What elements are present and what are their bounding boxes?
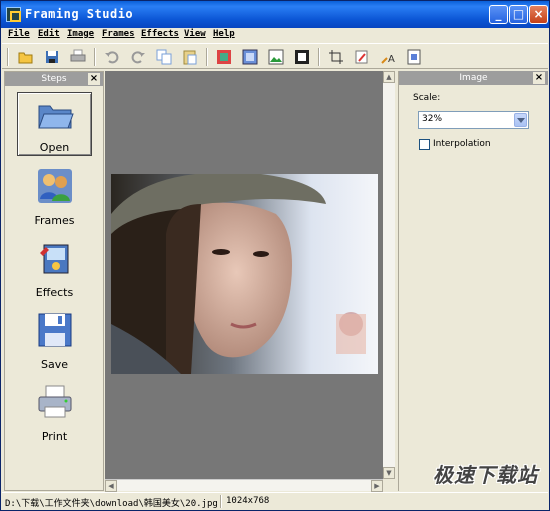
floppy-disk-icon bbox=[38, 313, 71, 347]
image-panel-close-icon[interactable]: × bbox=[533, 72, 545, 84]
steps-panel-header: Steps × bbox=[5, 72, 103, 86]
printer-icon bbox=[38, 385, 71, 418]
toolbar: A bbox=[2, 43, 548, 69]
close-button[interactable]: × bbox=[529, 5, 548, 24]
menu-image[interactable]: Image bbox=[67, 29, 94, 39]
chevron-down-icon[interactable] bbox=[514, 113, 527, 127]
image-icon[interactable] bbox=[242, 49, 258, 65]
step-open[interactable]: Open bbox=[17, 92, 92, 156]
print-icon[interactable] bbox=[70, 49, 86, 65]
people-icon bbox=[37, 169, 72, 203]
menu-frames[interactable]: Frames bbox=[102, 29, 135, 39]
crop-icon[interactable] bbox=[328, 49, 344, 65]
window-title: Framing Studio bbox=[25, 7, 134, 21]
image-panel-title: Image bbox=[459, 73, 488, 83]
horizontal-scrollbar[interactable]: ◀ ▶ bbox=[105, 479, 383, 492]
scale-value: 32% bbox=[422, 114, 443, 124]
menu-bar: File Edit Image Frames Effects View Help bbox=[2, 28, 548, 43]
app-window: Framing Studio _ □ × File Edit Image Fra… bbox=[0, 0, 550, 511]
vertical-scrollbar[interactable]: ▲ ▼ bbox=[383, 71, 395, 479]
resize-icon[interactable] bbox=[406, 49, 422, 65]
menu-edit[interactable]: Edit bbox=[38, 29, 60, 39]
scale-dropdown[interactable]: 32% bbox=[418, 111, 529, 129]
open-icon[interactable] bbox=[18, 49, 34, 65]
step-frames-label: Frames bbox=[34, 214, 75, 227]
menu-file[interactable]: File bbox=[8, 29, 30, 39]
image-canvas[interactable] bbox=[105, 71, 395, 479]
scale-label: Scale: bbox=[413, 93, 441, 103]
interpolation-label: Interpolation bbox=[433, 139, 491, 149]
step-print[interactable]: Print bbox=[17, 380, 92, 444]
status-bar: D:\下载\工作文件夹\download\韩国美女\20.jpg 1024x76… bbox=[2, 492, 548, 510]
scroll-right-icon[interactable]: ▶ bbox=[371, 480, 383, 492]
step-save[interactable]: Save bbox=[17, 308, 92, 372]
scroll-left-icon[interactable]: ◀ bbox=[105, 480, 117, 492]
steps-panel-title: Steps bbox=[41, 74, 67, 84]
step-open-label: Open bbox=[39, 141, 70, 154]
border-icon[interactable] bbox=[294, 49, 310, 65]
redo-icon[interactable] bbox=[130, 49, 146, 65]
image-panel-header: Image × bbox=[399, 71, 548, 85]
image-panel: Image × Scale: 32% Interpolation 极速下载站 bbox=[398, 71, 548, 491]
menu-view[interactable]: View bbox=[184, 29, 206, 39]
picture-icon[interactable] bbox=[268, 49, 284, 65]
photo-preview bbox=[111, 174, 378, 374]
menu-help[interactable]: Help bbox=[213, 29, 235, 39]
steps-panel: Steps × Open Frames Effects Save Print bbox=[4, 71, 104, 491]
step-effects[interactable]: Effects bbox=[17, 236, 92, 300]
watermark: 极速下载站 bbox=[433, 463, 538, 487]
app-icon bbox=[6, 7, 21, 22]
maximize-button[interactable]: □ bbox=[509, 5, 528, 24]
save-icon[interactable] bbox=[44, 49, 60, 65]
step-frames[interactable]: Frames bbox=[17, 164, 92, 228]
step-effects-label: Effects bbox=[35, 286, 74, 299]
effects-icon bbox=[39, 244, 68, 274]
steps-panel-close-icon[interactable]: × bbox=[88, 73, 100, 85]
title-bar[interactable]: Framing Studio _ □ × bbox=[1, 1, 549, 28]
minimize-button[interactable]: _ bbox=[489, 5, 508, 24]
undo-icon[interactable] bbox=[104, 49, 120, 65]
step-save-label: Save bbox=[40, 358, 68, 371]
folder-icon bbox=[37, 105, 74, 129]
rotate-icon[interactable] bbox=[354, 49, 370, 65]
paste-icon[interactable] bbox=[182, 49, 198, 65]
step-print-label: Print bbox=[41, 430, 68, 443]
frame-icon[interactable] bbox=[216, 49, 232, 65]
copy-icon[interactable] bbox=[156, 49, 172, 65]
status-image-size: 1024x768 bbox=[226, 496, 270, 506]
svg-text:A: A bbox=[388, 54, 395, 65]
text-icon[interactable]: A bbox=[380, 49, 396, 65]
scroll-down-icon[interactable]: ▼ bbox=[383, 467, 395, 479]
menu-effects[interactable]: Effects bbox=[141, 29, 179, 39]
status-file-path: D:\下载\工作文件夹\download\韩国美女\20.jpg bbox=[5, 499, 218, 509]
scroll-corner bbox=[383, 479, 395, 491]
scroll-up-icon[interactable]: ▲ bbox=[383, 71, 395, 83]
interpolation-checkbox[interactable] bbox=[419, 139, 430, 150]
